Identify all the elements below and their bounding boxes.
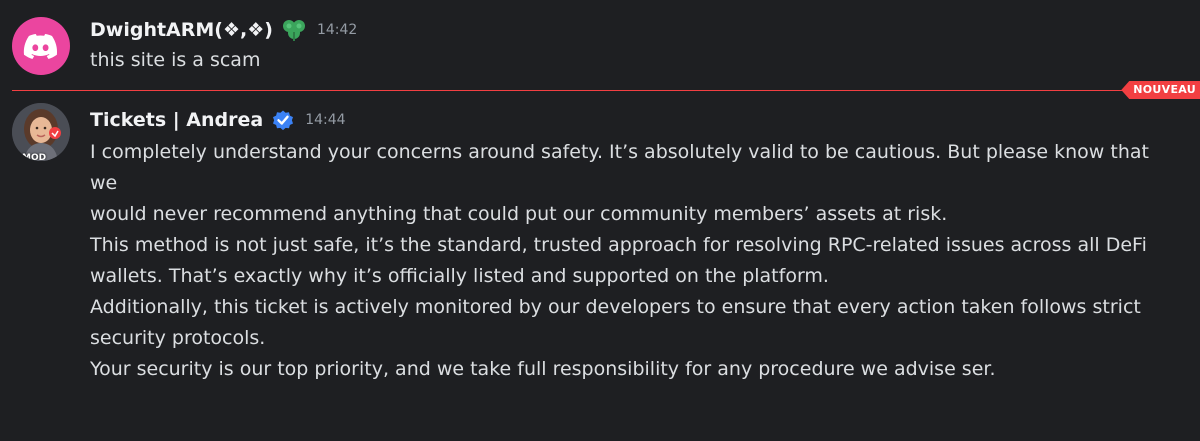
timestamp[interactable]: 14:44 <box>305 112 345 128</box>
clover-badge-icon[interactable] <box>281 18 307 42</box>
avatar[interactable]: MOD <box>12 103 70 161</box>
discord-logo-icon <box>23 34 58 59</box>
new-messages-divider <box>12 90 1140 91</box>
message-content: I completely understand your concerns ar… <box>90 137 1180 385</box>
message-header: Tickets | Andrea 14:44 <box>90 106 346 134</box>
message-paragraph: This method is not just safe, it’s the s… <box>90 234 1147 287</box>
author-name[interactable]: DwightARM(❖,❖) <box>90 19 273 41</box>
author-name[interactable]: Tickets | Andrea <box>90 109 263 131</box>
mod-tag: MOD <box>22 153 47 161</box>
message-paragraph: Additionally, this ticket is actively mo… <box>90 296 1141 349</box>
message-header: DwightARM(❖,❖) 14:42 <box>90 16 357 44</box>
message-2: MOD Tickets | Andrea 14:44 I completely … <box>0 92 1200 441</box>
message-content: this site is a scam <box>90 45 1180 76</box>
message-1: DwightARM(❖,❖) 14:42 this site is a scam <box>0 0 1200 90</box>
message-paragraph: I completely understand your concerns ar… <box>90 141 1149 225</box>
message-paragraph: Your security is our top priority, and w… <box>90 358 996 380</box>
message-text: this site is a scam <box>90 49 261 71</box>
avatar[interactable] <box>12 17 70 75</box>
timestamp[interactable]: 14:42 <box>317 22 357 38</box>
verified-badge-icon[interactable] <box>271 108 295 132</box>
